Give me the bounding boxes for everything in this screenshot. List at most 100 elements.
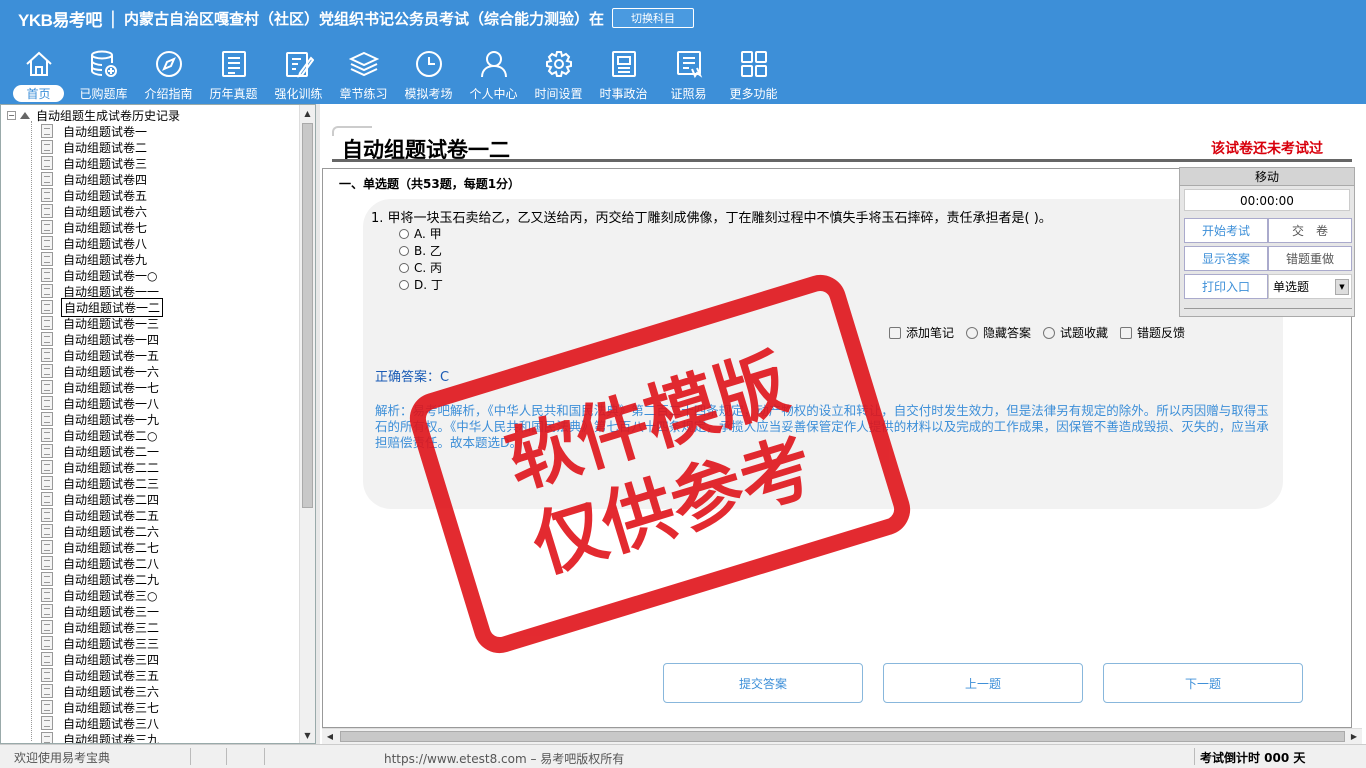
toolbar-label: 已购题库 [79, 87, 128, 101]
submit-answer-button[interactable]: 提交答案 [663, 663, 863, 703]
tree-item[interactable]: 自动组题试卷二九 [41, 571, 163, 587]
hand-in-button[interactable]: 交 卷 [1268, 218, 1352, 243]
toolbar-past-exams[interactable]: 历年真题 [201, 48, 266, 102]
scroll-thumb[interactable] [340, 731, 1345, 742]
tree-item[interactable]: 自动组题试卷三四 [41, 651, 163, 667]
tree-item[interactable]: 自动组题试卷一三 [41, 315, 163, 331]
tree-item[interactable]: 自动组题试卷一 [41, 123, 163, 139]
toolbar-certificate[interactable]: 证照易 [656, 48, 721, 102]
title-underline [332, 159, 1352, 162]
next-question-button[interactable]: 下一题 [1103, 663, 1303, 703]
redo-wrong-button[interactable]: 错题重做 [1268, 246, 1352, 271]
tree-item[interactable]: 自动组题试卷一四 [41, 331, 163, 347]
document-icon [41, 284, 53, 298]
tree-item[interactable]: 自动组题试卷三二 [41, 619, 163, 635]
tree-item[interactable]: 自动组题试卷二五 [41, 507, 163, 523]
tree-item[interactable]: 自动组题试卷二六 [41, 523, 163, 539]
document-icon [41, 476, 53, 490]
scroll-up-icon[interactable]: ▲ [300, 105, 315, 121]
tree-item[interactable]: 自动组题试卷一七 [41, 379, 163, 395]
radio-button[interactable] [399, 262, 409, 273]
feedback-button[interactable]: 错题反馈 [1120, 324, 1185, 341]
option-a[interactable]: A. 甲 [399, 225, 443, 242]
move-handle[interactable]: 移动 [1180, 168, 1354, 186]
scroll-down-icon[interactable]: ▼ [300, 727, 315, 743]
question-type-select[interactable]: 单选题 ▼ [1268, 274, 1352, 299]
hide-answer-button[interactable]: 隐藏答案 [966, 324, 1031, 341]
tree-item[interactable]: 自动组题试卷五 [41, 187, 163, 203]
exam-control-panel: 移动 00:00:00 开始考试 交 卷 显示答案 错题重做 打印入口 单选题 … [1179, 167, 1355, 317]
chevron-down-icon[interactable]: ▼ [1335, 278, 1349, 295]
tree-item[interactable]: 自动组题试卷三八 [41, 715, 163, 731]
document-icon [41, 300, 53, 314]
show-answer-button[interactable]: 显示答案 [1184, 246, 1268, 271]
tree-item[interactable]: 自动组题试卷一九 [41, 411, 163, 427]
tree-item[interactable]: 自动组题试卷三七 [41, 699, 163, 715]
radio-button[interactable] [399, 279, 409, 290]
tree-item[interactable]: 自动组题试卷二四 [41, 491, 163, 507]
tree-scrollbar[interactable]: ▲ ▼ [299, 105, 315, 743]
option-b[interactable]: B. 乙 [399, 242, 443, 259]
tree-item[interactable]: 自动组题试卷三九 [41, 731, 163, 743]
tree-item[interactable]: 自动组题试卷二 [41, 139, 163, 155]
toolbar-more[interactable]: 更多功能 [721, 48, 786, 102]
tree-item[interactable]: 自动组题试卷三一 [41, 603, 163, 619]
tree-item[interactable]: 自动组题试卷八 [41, 235, 163, 251]
toolbar-profile[interactable]: 个人中心 [461, 48, 526, 102]
tree-item[interactable]: 自动组题试卷二二 [41, 459, 163, 475]
start-exam-button[interactable]: 开始考试 [1184, 218, 1268, 243]
prev-question-button[interactable]: 上一题 [883, 663, 1083, 703]
collapse-icon[interactable]: − [7, 111, 16, 120]
tree-root[interactable]: − 自动组题生成试卷历史记录 [7, 107, 180, 124]
tree-item[interactable]: 自动组题试卷六 [41, 203, 163, 219]
tree-item[interactable]: 自动组题试卷三三 [41, 635, 163, 651]
tree-item-label: 自动组题试卷二九 [63, 572, 160, 587]
toolbar-guide[interactable]: 介绍指南 [136, 48, 201, 102]
toolbar-current-affairs[interactable]: 时事政治 [591, 48, 656, 102]
tree-item[interactable]: 自动组题试卷一六 [41, 363, 163, 379]
tree-item[interactable]: 自动组题试卷三六 [41, 683, 163, 699]
tree-item[interactable]: 自动组题试卷一五 [41, 347, 163, 363]
toolbar-intensive[interactable]: 强化训练 [266, 48, 331, 102]
tree-item-label: 自动组题试卷三四 [63, 652, 160, 667]
favorite-button[interactable]: 试题收藏 [1043, 324, 1108, 341]
tree-item[interactable]: 自动组题试卷四 [41, 171, 163, 187]
panel-resize-slider[interactable] [1184, 308, 1352, 314]
option-d[interactable]: D. 丁 [399, 276, 443, 293]
tree-item-label: 自动组题试卷一○ [63, 268, 158, 283]
option-label: D. 丁 [414, 278, 443, 292]
tree-item[interactable]: 自动组题试卷二八 [41, 555, 163, 571]
tree-item[interactable]: 自动组题试卷一○ [41, 267, 163, 283]
add-note-button[interactable]: 添加笔记 [889, 324, 954, 341]
tree-item-label: 自动组题试卷一九 [63, 412, 160, 427]
tree-item[interactable]: 自动组题试卷一八 [41, 395, 163, 411]
tree-item[interactable]: 自动组题试卷二七 [41, 539, 163, 555]
toolbar-home[interactable]: 首页 [6, 48, 71, 102]
tree-item[interactable]: 自动组题试卷二一 [41, 443, 163, 459]
scroll-right-icon[interactable]: ▶ [1346, 729, 1362, 744]
tree-item[interactable]: 自动组题试卷三○ [41, 587, 163, 603]
toolbar-time-settings[interactable]: 时间设置 [526, 48, 591, 102]
toolbar-label: 历年真题 [209, 87, 258, 101]
option-c[interactable]: C. 丙 [399, 259, 443, 276]
main-h-scrollbar[interactable]: ◀ ▶ [322, 728, 1362, 744]
scroll-left-icon[interactable]: ◀ [322, 729, 338, 744]
tree-item[interactable]: 自动组题试卷七 [41, 219, 163, 235]
tree-item[interactable]: 自动组题试卷二○ [41, 427, 163, 443]
print-button[interactable]: 打印入口 [1184, 274, 1268, 299]
tree-item[interactable]: 自动组题试卷三 [41, 155, 163, 171]
switch-subject-button[interactable]: 切换科目 [612, 8, 694, 28]
toolbar-chapter[interactable]: 章节练习 [331, 48, 396, 102]
tree-item[interactable]: 自动组题试卷九 [41, 251, 163, 267]
toolbar-purchased[interactable]: 已购题库 [71, 48, 136, 102]
radio-button[interactable] [399, 245, 409, 256]
toolbar-mock-exam[interactable]: 模拟考场 [396, 48, 461, 102]
tree-item[interactable]: 自动组题试卷一二 [41, 297, 164, 317]
radio-button[interactable] [399, 228, 409, 239]
document-icon [41, 636, 53, 650]
option-label: B. 乙 [414, 244, 442, 258]
action-label: 试题收藏 [1060, 326, 1109, 340]
scroll-thumb[interactable] [302, 123, 313, 508]
tree-item[interactable]: 自动组题试卷二三 [41, 475, 163, 491]
tree-item[interactable]: 自动组题试卷三五 [41, 667, 163, 683]
